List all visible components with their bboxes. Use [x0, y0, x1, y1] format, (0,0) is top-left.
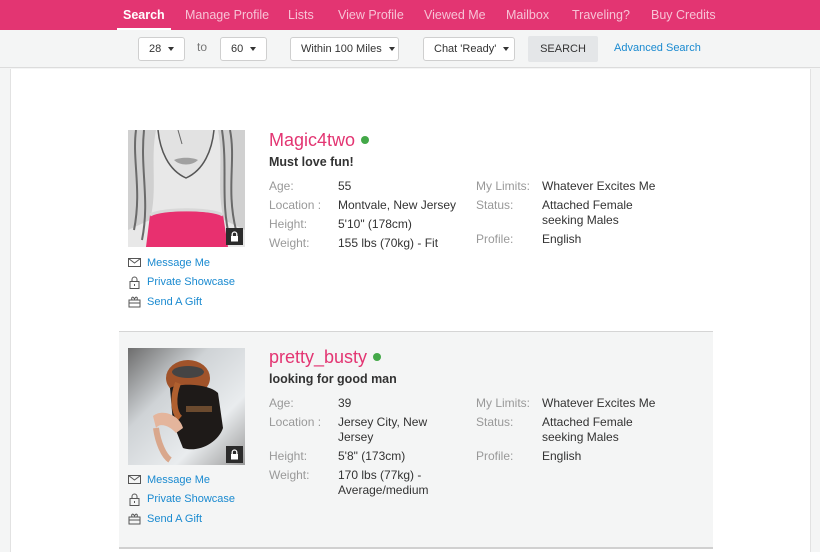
age-label: Age: — [269, 179, 294, 193]
lock-icon — [226, 446, 243, 463]
caret-down-icon — [503, 47, 510, 52]
location-label: Location : — [269, 415, 322, 429]
height-label: Height: — [269, 449, 308, 463]
profile-language-value: English — [542, 449, 582, 463]
location-value: Montvale, New Jersey — [338, 198, 457, 212]
weight-value: 170 lbs (77kg) - Average/medium — [338, 468, 429, 497]
nav-traveling[interactable]: Traveling? — [572, 0, 630, 30]
gift-icon — [128, 296, 141, 308]
age-value: 39 — [338, 396, 352, 410]
send-gift-link[interactable]: Send A Gift — [128, 509, 235, 529]
profile-language-label: Profile: — [476, 232, 514, 246]
age-value: 55 — [338, 179, 352, 193]
status-label: Status: — [476, 415, 514, 429]
location-label: Location : — [269, 198, 322, 212]
username-text: pretty_busty — [269, 347, 368, 367]
age-from-dropdown[interactable]: 28 — [138, 37, 185, 61]
card-divider — [119, 547, 713, 549]
caret-down-icon — [388, 47, 395, 52]
padlock-icon — [129, 276, 140, 289]
age-to-dropdown[interactable]: 60 — [220, 37, 267, 61]
message-me-link[interactable]: Message Me — [128, 253, 235, 273]
nav-viewed-me[interactable]: Viewed Me — [424, 0, 486, 30]
profile-username[interactable]: Magic4two — [269, 130, 370, 151]
nav-buy-credits[interactable]: Buy Credits — [651, 0, 716, 30]
nav-lists[interactable]: Lists — [288, 0, 314, 30]
online-status-icon — [373, 353, 382, 362]
status-value: Attached Female seeking Males — [542, 198, 633, 227]
distance-dropdown[interactable]: Within 100 Miles — [290, 37, 399, 61]
profile-language-value: English — [542, 232, 582, 246]
nav-manage-profile[interactable]: Manage Profile — [185, 0, 269, 30]
message-me-link[interactable]: Message Me — [128, 470, 235, 490]
send-gift-label: Send A Gift — [147, 295, 203, 308]
profile-actions: Message Me Private Showcase Send A Gift — [128, 470, 235, 529]
limits-label: My Limits: — [476, 396, 530, 410]
limits-label: My Limits: — [476, 179, 530, 193]
limits-value: Whatever Excites Me — [542, 179, 656, 193]
top-nav: Search Manage Profile Lists View Profile… — [0, 0, 820, 30]
age-to-value: 60 — [231, 43, 244, 55]
to-label: to — [197, 40, 208, 54]
profile-card: Message Me Private Showcase Send A Gift … — [119, 332, 713, 549]
private-showcase-link[interactable]: Private Showcase — [128, 490, 235, 510]
send-gift-label: Send A Gift — [147, 512, 203, 525]
message-me-label: Message Me — [147, 256, 210, 269]
private-showcase-label: Private Showcase — [147, 493, 236, 506]
distance-value: Within 100 Miles — [301, 43, 382, 55]
send-gift-link[interactable]: Send A Gift — [128, 292, 235, 312]
profile-tagline: Must love fun! — [269, 155, 354, 169]
profile-language-label: Profile: — [476, 449, 514, 463]
weight-value: 155 lbs (70kg) - Fit — [338, 236, 439, 250]
online-status-icon — [361, 136, 370, 145]
message-me-label: Message Me — [147, 473, 210, 486]
nav-view-profile[interactable]: View Profile — [338, 0, 404, 30]
profile-actions: Message Me Private Showcase Send A Gift — [128, 253, 235, 312]
private-showcase-link[interactable]: Private Showcase — [128, 273, 235, 293]
private-showcase-label: Private Showcase — [147, 276, 236, 289]
results-panel: Message Me Private Showcase Send A Gift … — [10, 69, 811, 552]
profile-username[interactable]: pretty_busty — [269, 347, 382, 368]
profile-tagline: looking for good man — [269, 372, 397, 386]
username-text: Magic4two — [269, 130, 356, 150]
weight-label: Weight: — [269, 468, 310, 482]
advanced-search-link[interactable]: Advanced Search — [614, 42, 701, 54]
profile-photo[interactable] — [128, 348, 245, 465]
status-value: Attached Female seeking Males — [542, 415, 633, 444]
nav-search[interactable]: Search — [117, 0, 171, 30]
profile-card: Message Me Private Showcase Send A Gift … — [119, 124, 713, 332]
height-value: 5'8" (173cm) — [338, 449, 406, 463]
status-label: Status: — [476, 198, 514, 212]
age-label: Age: — [269, 396, 294, 410]
lock-icon — [226, 228, 243, 245]
nav-mailbox[interactable]: Mailbox — [506, 0, 549, 30]
age-from-value: 28 — [149, 43, 162, 55]
height-label: Height: — [269, 217, 308, 231]
profile-photo[interactable] — [128, 130, 245, 247]
envelope-icon — [128, 475, 141, 485]
search-filter-bar: 28 to 60 Within 100 Miles Chat 'Ready' S… — [0, 30, 820, 68]
weight-label: Weight: — [269, 236, 310, 250]
caret-down-icon — [168, 47, 175, 52]
limits-value: Whatever Excites Me — [542, 396, 656, 410]
caret-down-icon — [250, 47, 257, 52]
envelope-icon — [128, 258, 141, 268]
height-value: 5'10" (178cm) — [338, 217, 412, 231]
search-button[interactable]: SEARCH — [528, 36, 598, 62]
padlock-icon — [129, 493, 140, 506]
chat-value: Chat 'Ready' — [434, 43, 497, 55]
chat-dropdown[interactable]: Chat 'Ready' — [423, 37, 515, 61]
gift-icon — [128, 513, 141, 525]
location-value: Jersey City, New Jersey — [338, 415, 428, 444]
